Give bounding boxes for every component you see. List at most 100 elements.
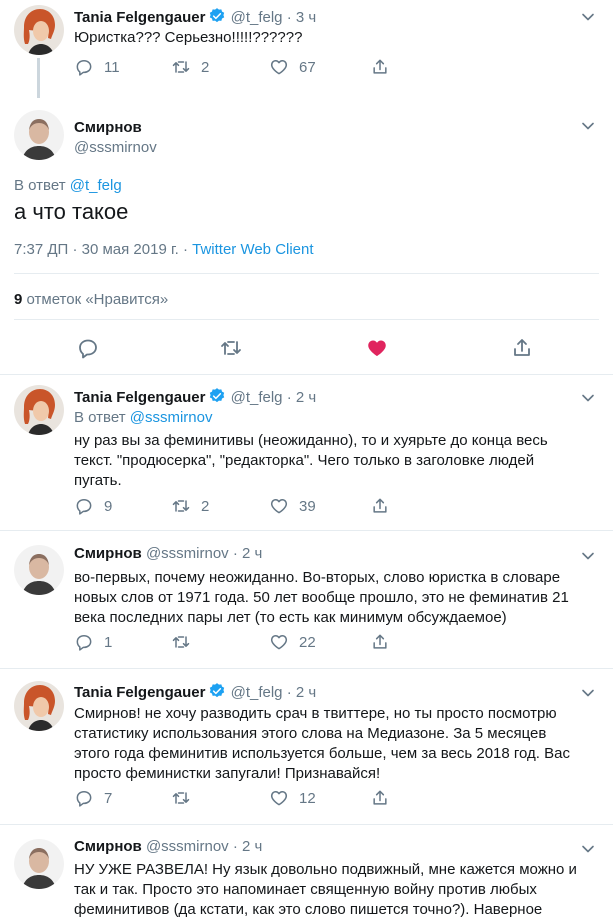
avatar[interactable]	[14, 385, 64, 435]
like-count: 39	[299, 497, 316, 515]
like-button[interactable]: 39	[269, 494, 316, 518]
tweet-header: Tania Felgengauer @t_felg · 3 ч	[74, 7, 316, 26]
tweet-text: Юристка??? Серьезно!!!!!??????	[74, 29, 303, 46]
likes-summary[interactable]: 9 отметок «Нравится»	[14, 291, 168, 308]
text-line: пугать.	[74, 472, 122, 489]
author-handle[interactable]: @sssmirnov	[74, 139, 157, 156]
like-button[interactable]: 12	[269, 786, 316, 810]
reply-context: В ответ @sssmirnov	[74, 409, 212, 426]
reply-button[interactable]: 11	[74, 55, 120, 79]
chevron-down-icon[interactable]	[581, 842, 595, 856]
like-button[interactable]: 67	[269, 55, 316, 79]
reply-to-link[interactable]: @sssmirnov	[130, 409, 213, 426]
like-count: 67	[299, 58, 316, 76]
reply-prefix: В ответ	[14, 177, 66, 194]
reply-count: 9	[104, 497, 113, 515]
retweet-icon[interactable]	[219, 336, 243, 360]
avatar[interactable]	[14, 545, 64, 595]
heart-icon	[269, 57, 289, 77]
author-name[interactable]: Tania Felgengauer	[74, 389, 205, 406]
reply-icon[interactable]	[76, 336, 100, 360]
text-line: Смирнов! не хочу разводить срач в твитте…	[74, 705, 557, 722]
retweet-button[interactable]	[171, 786, 201, 810]
reply-button[interactable]: 7	[74, 786, 112, 810]
chevron-down-icon[interactable]	[581, 549, 595, 563]
heart-icon	[269, 632, 289, 652]
verified-icon	[208, 7, 226, 25]
share-icon	[370, 788, 390, 808]
reply-tweet-3[interactable]: Tania Felgengauer @t_felg · 2 ч Смирнов!…	[0, 669, 613, 824]
retweet-icon	[171, 788, 191, 808]
avatar[interactable]	[14, 5, 64, 55]
tweet-source[interactable]: Twitter Web Client	[192, 241, 313, 258]
share-button[interactable]	[370, 494, 400, 518]
chevron-down-icon[interactable]	[581, 686, 595, 700]
share-icon	[370, 496, 390, 516]
author-name[interactable]: Смирнов	[74, 119, 142, 136]
tweet-1[interactable]: Tania Felgengauer @t_felg · 3 ч Юристка?…	[0, 0, 613, 98]
reply-tweet-1[interactable]: Tania Felgengauer @t_felg · 2 ч В ответ …	[0, 375, 613, 530]
reply-icon	[74, 496, 94, 516]
reply-to-link[interactable]: @t_felg	[70, 177, 122, 194]
text-line: ну раз вы за феминитивы (неожиданно), то…	[74, 432, 548, 449]
author-handle[interactable]: @t_felg	[231, 389, 283, 406]
text-line: этого года феминитив используется больше…	[74, 745, 570, 762]
tweet-actions: 7 12	[74, 786, 404, 810]
share-button[interactable]	[370, 786, 400, 810]
reply-tweet-4[interactable]: Смирнов @sssmirnov · 2 ч НУ УЖЕ РАЗВЕЛА!…	[0, 825, 613, 920]
tweet-text: во-первых, почему неожиданно. Во-вторых,…	[74, 568, 584, 628]
author-handle[interactable]: @sssmirnov	[146, 545, 229, 562]
reply-icon	[74, 632, 94, 652]
heart-filled-icon[interactable]	[365, 336, 389, 360]
reply-button[interactable]: 9	[74, 494, 112, 518]
like-button[interactable]: 22	[269, 630, 316, 654]
chevron-down-icon[interactable]	[581, 10, 595, 24]
author-handle[interactable]: @t_felg	[231, 9, 283, 26]
share-icon	[370, 632, 390, 652]
author-handle[interactable]: @sssmirnov	[146, 838, 229, 855]
tweet-header: Tania Felgengauer @t_felg · 2 ч	[74, 682, 316, 701]
author-name[interactable]: Смирнов	[74, 545, 142, 562]
likes-label: отметок «Нравится»	[22, 291, 169, 308]
author-handle[interactable]: @t_felg	[231, 684, 283, 701]
tweet-time[interactable]: · 2 ч	[233, 545, 263, 562]
avatar[interactable]	[14, 110, 64, 160]
text-line: НУ УЖЕ РАЗВЕЛА! Ну язык довольно подвижн…	[74, 861, 577, 878]
retweet-icon	[171, 496, 191, 516]
retweet-icon	[171, 632, 191, 652]
text-line: века последних пары лет (то есть как мин…	[74, 609, 507, 626]
tweet-time[interactable]: · 2 ч	[287, 389, 317, 406]
heart-icon	[269, 496, 289, 516]
reply-context: В ответ @t_felg	[14, 177, 122, 194]
text-line: текст. "продюсерка", "редакторка". Чего …	[74, 452, 535, 469]
reply-count: 1	[104, 633, 113, 651]
tweet-header: Tania Felgengauer @t_felg · 2 ч	[74, 387, 316, 406]
retweet-button[interactable]: 2	[171, 55, 209, 79]
retweet-button[interactable]	[171, 630, 201, 654]
retweet-icon	[171, 57, 191, 77]
tweet-time[interactable]: · 2 ч	[233, 838, 263, 855]
tweet-header: Смирнов @sssmirnov · 2 ч	[74, 838, 262, 855]
reply-tweet-2[interactable]: Смирнов @sssmirnov · 2 ч во-первых, поче…	[0, 531, 613, 668]
text-line: статистику использования этого слова на …	[74, 725, 547, 742]
tweet-actions: 11 2 67	[74, 55, 404, 79]
tweet-timestamp[interactable]: 7:37 ДП · 30 мая 2019 г. ·	[14, 241, 192, 258]
chevron-down-icon[interactable]	[581, 119, 595, 133]
chevron-down-icon[interactable]	[581, 391, 595, 405]
share-icon[interactable]	[510, 336, 534, 360]
verified-icon	[208, 387, 226, 405]
retweet-button[interactable]: 2	[171, 494, 209, 518]
avatar[interactable]	[14, 839, 64, 889]
focused-tweet: Смирнов @sssmirnov В ответ @t_felg а что…	[0, 95, 613, 375]
author-name[interactable]: Tania Felgengauer	[74, 9, 205, 26]
share-button[interactable]	[370, 630, 400, 654]
author-name[interactable]: Tania Felgengauer	[74, 684, 205, 701]
divider	[14, 319, 599, 320]
tweet-time[interactable]: · 2 ч	[287, 684, 317, 701]
author-name[interactable]: Смирнов	[74, 838, 142, 855]
share-button[interactable]	[370, 55, 400, 79]
tweet-time[interactable]: · 3 ч	[287, 9, 317, 26]
reply-button[interactable]: 1	[74, 630, 112, 654]
avatar[interactable]	[14, 681, 64, 731]
reply-icon	[74, 57, 94, 77]
